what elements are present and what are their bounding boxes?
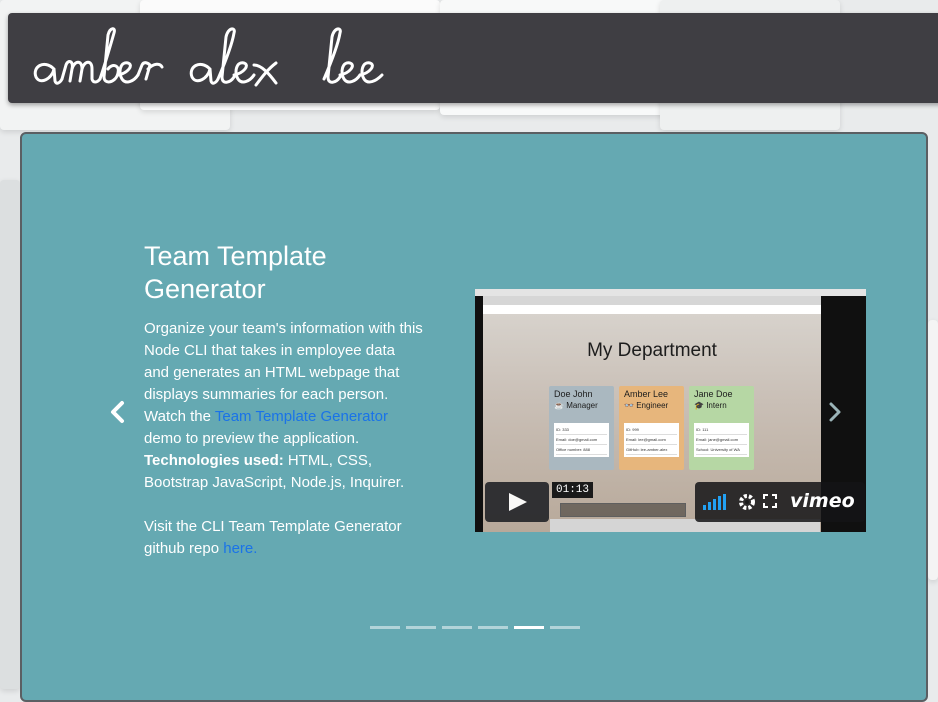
carousel-indicator[interactable] xyxy=(370,626,400,629)
video-timestamp: 01:13 xyxy=(552,482,594,498)
carousel-indicator[interactable] xyxy=(406,626,436,629)
carousel-indicator[interactable] xyxy=(442,626,472,629)
mac-menubar xyxy=(475,289,866,296)
employee-card-manager: Doe John ☕ Manager ID: 333 Email: doe@gm… xyxy=(549,386,614,470)
project-description: Organize your team's information with th… xyxy=(144,318,424,494)
project-carousel: Team Template Generator Organize your te… xyxy=(20,132,928,702)
employee-role: 🎓 Intern xyxy=(694,401,727,410)
description-text: demo to preview the application. xyxy=(144,430,360,447)
employee-extra: School: University of WA xyxy=(696,445,747,455)
employee-email: Email: jane@gmail.com xyxy=(696,435,747,445)
repo-description: Visit the CLI Team Template Generator gi… xyxy=(144,518,402,557)
employee-info: ID: 333 Email: doe@gmail.com Office numb… xyxy=(554,423,609,457)
signature-logo xyxy=(33,27,384,87)
page-title: My Department xyxy=(587,340,717,361)
employee-info: ID: 999 Email: lee@gmail.com GitHub: lee… xyxy=(624,423,679,457)
video-progress-bar[interactable] xyxy=(560,503,686,517)
employee-info: ID: 111 Email: jane@gmail.com School: Un… xyxy=(694,423,749,457)
repo-link[interactable]: here. xyxy=(223,540,257,557)
background-block xyxy=(928,320,938,580)
employee-card-intern: Jane Doe 🎓 Intern ID: 111 Email: jane@gm… xyxy=(689,386,754,470)
play-button[interactable] xyxy=(485,482,549,522)
employee-extra: Office number: 888 xyxy=(556,445,607,455)
carousel-prev-button[interactable] xyxy=(108,400,128,429)
employee-role: 👓 Engineer xyxy=(624,401,669,410)
carousel-indicator[interactable] xyxy=(550,626,580,629)
employee-card-engineer: Amber Lee 👓 Engineer ID: 999 Email: lee@… xyxy=(619,386,684,470)
employee-name: Doe John xyxy=(554,389,593,399)
repo-text: Visit the CLI Team Template Generator gi… xyxy=(144,516,424,560)
demo-video-player[interactable]: My Department Doe John ☕ Manager ID: 333… xyxy=(475,289,866,532)
gear-icon[interactable] xyxy=(738,493,756,511)
employee-id: ID: 111 xyxy=(696,425,747,435)
employee-id: ID: 333 xyxy=(556,425,607,435)
project-title: Team Template Generator xyxy=(144,241,327,304)
carousel-next-button[interactable] xyxy=(826,400,844,429)
chevron-right-icon xyxy=(829,402,841,422)
play-icon xyxy=(509,493,527,511)
fullscreen-icon[interactable] xyxy=(763,494,777,508)
player-control-group: vimeo xyxy=(695,482,865,522)
employee-name: Amber Lee xyxy=(624,389,669,399)
employee-extra: GitHub: lee-amber-alex xyxy=(626,445,677,455)
chevron-left-icon xyxy=(111,401,124,423)
carousel-indicator[interactable] xyxy=(514,626,544,629)
technologies-label: Technologies used: xyxy=(144,452,284,469)
employee-email: Email: doe@gmail.com xyxy=(556,435,607,445)
employee-email: Email: lee@gmail.com xyxy=(626,435,677,445)
slide-caption: Team Template Generator Organize your te… xyxy=(144,240,424,560)
employee-id: ID: 999 xyxy=(626,425,677,435)
carousel-indicator[interactable] xyxy=(478,626,508,629)
employee-name: Jane Doe xyxy=(694,389,733,399)
background-block xyxy=(0,180,20,689)
carousel-indicators xyxy=(370,626,580,629)
site-header xyxy=(8,13,938,103)
employee-role: ☕ Manager xyxy=(554,401,598,410)
browser-tabs xyxy=(483,296,821,305)
vimeo-logo[interactable]: vimeo xyxy=(790,490,855,512)
volume-icon[interactable] xyxy=(703,494,729,510)
video-controls: 01:13 vimeo xyxy=(485,482,865,522)
demo-link[interactable]: Team Template Generator xyxy=(215,408,388,425)
